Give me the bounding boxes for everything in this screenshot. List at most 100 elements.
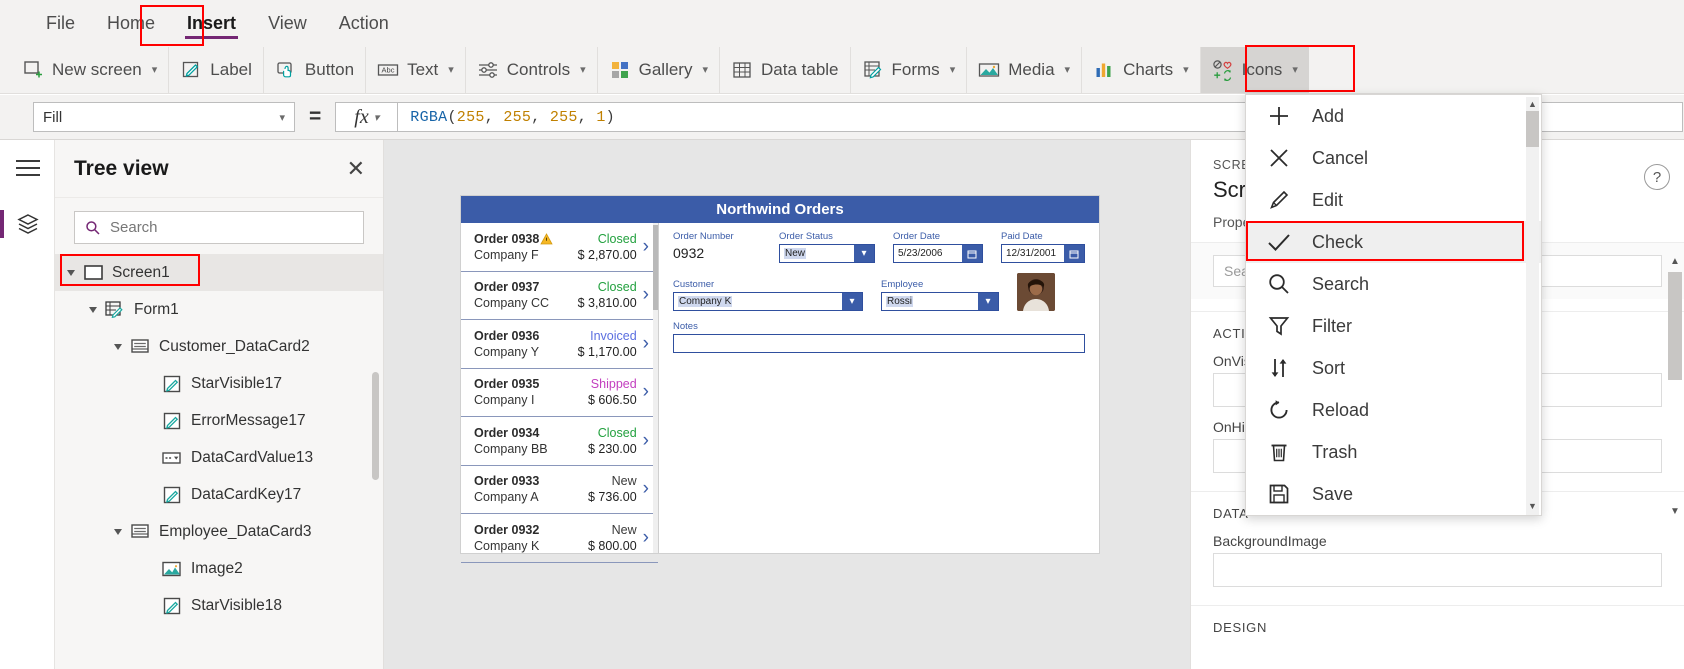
trash-icon bbox=[1264, 440, 1294, 464]
chevron-down-icon[interactable]: ▾ bbox=[978, 293, 998, 310]
icons-menu-item-sort[interactable]: Sort bbox=[1246, 347, 1541, 389]
icons-menu-item-trash[interactable]: Trash bbox=[1246, 431, 1541, 473]
order-row[interactable]: Order 0934 Closed Company BB $ 230.00 › bbox=[461, 417, 658, 466]
menu-item-action[interactable]: Action bbox=[323, 0, 405, 46]
tree-node-datacardkey17[interactable]: DataCardKey17 bbox=[55, 476, 383, 513]
tree-scrollbar-thumb[interactable] bbox=[372, 372, 379, 480]
tree-node-starvisible17[interactable]: StarVisible17 bbox=[55, 365, 383, 402]
menu-scrollbar-track[interactable] bbox=[1526, 97, 1539, 515]
funnel-icon bbox=[1264, 314, 1294, 338]
field-value: Rossi bbox=[886, 296, 914, 307]
expand-triangle-icon[interactable] bbox=[114, 528, 122, 535]
expand-triangle-icon[interactable] bbox=[114, 343, 122, 350]
app-body: Order 0938 Closed Company F $ 2,870.00 › bbox=[461, 223, 1099, 563]
tree-node-label: DataCardKey17 bbox=[191, 485, 302, 503]
icons-menu-item-search[interactable]: Search bbox=[1246, 263, 1541, 305]
order-date-input[interactable]: 5/23/2006 bbox=[893, 244, 983, 263]
field-label: Customer bbox=[673, 279, 715, 290]
sort-arrows-icon bbox=[1264, 356, 1294, 380]
order-company: Company I bbox=[474, 393, 535, 408]
tree-view-rail-button[interactable] bbox=[0, 196, 55, 252]
ribbon-icons-button[interactable]: Icons ▾ bbox=[1199, 46, 1309, 93]
order-row[interactable]: Order 0938 Closed Company F $ 2,870.00 › bbox=[461, 223, 658, 272]
chevron-down-icon: ▾ bbox=[702, 64, 709, 76]
chevron-down-icon[interactable]: ▾ bbox=[854, 245, 874, 262]
formula-arg-0: 255 bbox=[456, 108, 485, 126]
icons-menu-item-filter[interactable]: Filter bbox=[1246, 305, 1541, 347]
ribbon-controls-button[interactable]: Controls ▾ bbox=[464, 46, 597, 93]
ribbon-button-button[interactable]: Button bbox=[262, 46, 365, 93]
order-row[interactable]: Order 0933 New Company A $ 736.00 › bbox=[461, 466, 658, 514]
icons-menu-item-edit[interactable]: Edit bbox=[1246, 179, 1541, 221]
panel-scroll-down-arrow[interactable]: ▼ bbox=[1668, 503, 1682, 519]
panel-scroll-up-arrow[interactable]: ▲ bbox=[1668, 253, 1682, 269]
tree-node-errormessage17[interactable]: ErrorMessage17 bbox=[55, 402, 383, 439]
tree-node-datacardvalue13[interactable]: DataCardValue13 bbox=[55, 439, 383, 476]
close-icon[interactable]: ✕ bbox=[347, 157, 365, 180]
label-pen-icon bbox=[161, 412, 183, 430]
ribbon-text-button[interactable]: Abc Text ▾ bbox=[365, 46, 465, 93]
ribbon-data-table-button[interactable]: Data table bbox=[719, 46, 850, 93]
tree-node-employee-datacard3[interactable]: Employee_DataCard3 bbox=[55, 513, 383, 550]
orders-gallery[interactable]: Order 0938 Closed Company F $ 2,870.00 › bbox=[461, 223, 659, 563]
ribbon-forms-button[interactable]: Forms ▾ bbox=[849, 46, 967, 93]
order-company: Company BB bbox=[474, 441, 548, 456]
expand-triangle-icon[interactable] bbox=[67, 269, 75, 276]
tree-node-starvisible18[interactable]: StarVisible18 bbox=[55, 587, 383, 624]
ribbon-label-button[interactable]: Label bbox=[168, 46, 263, 93]
background-image-input[interactable] bbox=[1213, 553, 1662, 587]
order-row[interactable]: Order 0935 Shipped Company I $ 606.50 › bbox=[461, 369, 658, 417]
notes-input[interactable] bbox=[673, 334, 1085, 353]
button-icon bbox=[275, 59, 297, 81]
datacard-icon bbox=[129, 523, 151, 541]
order-row[interactable]: Order 0936 Invoiced Company Y $ 1,170.00… bbox=[461, 320, 658, 369]
ribbon-label: Label bbox=[210, 59, 252, 79]
gallery-scrollbar-thumb[interactable] bbox=[653, 225, 658, 310]
menu-scrollbar-thumb[interactable] bbox=[1526, 111, 1539, 147]
icons-menu-item-check[interactable]: Check bbox=[1246, 221, 1541, 263]
tree-node-customer-datacard2[interactable]: Customer_DataCard2 bbox=[55, 328, 383, 365]
icons-menu-item-add[interactable]: Add bbox=[1246, 95, 1541, 137]
chevron-down-icon[interactable]: ▾ bbox=[842, 293, 862, 310]
ribbon-charts-button[interactable]: Charts ▾ bbox=[1081, 46, 1200, 93]
tree-node-label: Employee_DataCard3 bbox=[159, 522, 312, 540]
tree-node-form1[interactable]: Form1 bbox=[55, 291, 383, 328]
calendar-icon[interactable] bbox=[962, 245, 982, 262]
icons-menu-item-save[interactable]: Save bbox=[1246, 473, 1541, 515]
tree-view-header: Tree view ✕ bbox=[55, 140, 383, 198]
tree-search-input[interactable]: Search bbox=[74, 211, 364, 244]
fx-button[interactable]: fx ▾ bbox=[335, 102, 398, 132]
tree-node-image2[interactable]: Image2 bbox=[55, 550, 383, 587]
field-order-number: Order Number 0932 bbox=[673, 231, 761, 263]
order-row[interactable]: Order 0937 Closed Company CC $ 3,810.00 … bbox=[461, 272, 658, 320]
icons-dropdown-menu: ▲ ▼ Add Cancel Edit Check Search Filter bbox=[1245, 94, 1542, 516]
help-icon[interactable]: ? bbox=[1644, 164, 1670, 190]
menu-item-file[interactable]: File bbox=[30, 0, 91, 46]
calendar-icon[interactable] bbox=[1064, 245, 1084, 262]
hamburger-menu-button[interactable] bbox=[0, 140, 55, 196]
expand-triangle-icon[interactable] bbox=[89, 306, 97, 313]
menu-scroll-down-arrow[interactable]: ▼ bbox=[1526, 499, 1539, 513]
menu-scroll-up-arrow[interactable]: ▲ bbox=[1526, 97, 1539, 111]
employee-dropdown[interactable]: Rossi ▾ bbox=[881, 292, 999, 311]
order-status-dropdown[interactable]: New ▾ bbox=[779, 244, 875, 263]
tree-search-placeholder: Search bbox=[110, 219, 158, 236]
panel-scrollbar-thumb[interactable] bbox=[1668, 272, 1682, 380]
paid-date-input[interactable]: 12/31/2001 bbox=[1001, 244, 1085, 263]
property-selector[interactable]: Fill ▾ bbox=[33, 102, 295, 132]
menu-item-view[interactable]: View bbox=[252, 0, 323, 46]
ribbon-gallery-button[interactable]: Gallery ▾ bbox=[596, 46, 719, 93]
customer-dropdown[interactable]: Company K ▾ bbox=[673, 292, 863, 311]
field-value: 12/31/2001 bbox=[1006, 248, 1057, 259]
ribbon-label: Controls bbox=[506, 59, 571, 79]
order-row[interactable]: Order 0932 New Company K $ 800.00 › bbox=[461, 514, 658, 563]
tree-node-screen1[interactable]: Screen1 bbox=[55, 254, 383, 291]
menu-item-insert[interactable]: Insert bbox=[171, 0, 252, 46]
ribbon-media-button[interactable]: Media ▾ bbox=[966, 46, 1081, 93]
image-icon bbox=[161, 560, 183, 578]
ribbon-label: Text bbox=[407, 59, 439, 79]
menu-item-home[interactable]: Home bbox=[91, 0, 171, 46]
icons-menu-item-cancel[interactable]: Cancel bbox=[1246, 137, 1541, 179]
ribbon-new-screen-button[interactable]: New screen ▾ bbox=[0, 47, 168, 93]
icons-menu-item-reload[interactable]: Reload bbox=[1246, 389, 1541, 431]
